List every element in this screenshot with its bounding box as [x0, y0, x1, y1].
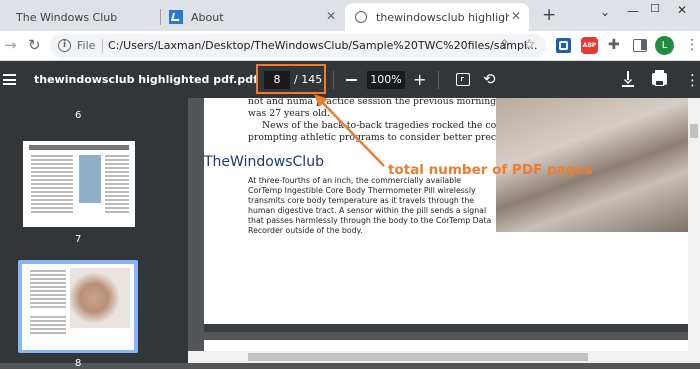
globe-icon — [355, 11, 367, 23]
caption-line: human digestive tract. A sensor within t… — [248, 206, 487, 215]
thumbnail-sidebar: 6 7 8 — [0, 98, 188, 369]
watermark-text: TheWindowsClub — [204, 154, 324, 170]
page-text-line: prompting athletic programs to consider … — [248, 132, 531, 143]
zoom-out-icon[interactable] — [346, 79, 357, 81]
zoom-in-icon[interactable]: + — [413, 72, 426, 88]
tab-strip: The Windows Club About ✕ thewindowsclub … — [0, 0, 700, 31]
adblock-icon[interactable]: ABP — [581, 37, 598, 54]
horizontal-scrollbar[interactable] — [188, 351, 700, 363]
avatar[interactable]: L — [655, 36, 674, 55]
thumbnail-label: 8 — [75, 358, 82, 369]
caption-line: transmits core body temperature as it tr… — [248, 196, 475, 205]
tab-pdf[interactable]: thewindowsclub highlighted pdf ✕ — [345, 3, 529, 31]
close-window-icon[interactable]: ✕ — [677, 3, 687, 17]
tab-the-windows-club[interactable]: The Windows Club — [0, 3, 160, 31]
tab-about[interactable]: About ✕ — [161, 3, 344, 31]
document-title: thewindowsclub highlighted pdf.pdf — [34, 73, 258, 86]
annotation-highlight-box — [256, 64, 326, 94]
close-tab-icon[interactable]: ✕ — [511, 9, 521, 23]
toolbar-divider — [438, 71, 439, 89]
document-viewer[interactable]: not and numa practice session the previo… — [188, 98, 700, 363]
address-bar[interactable]: i File C:/Users/Laxman/Desktop/TheWindow… — [50, 34, 546, 58]
forward-icon[interactable]: → — [4, 38, 17, 53]
chevron-down-icon[interactable]: ⌄ — [600, 5, 610, 19]
zoom-level-input[interactable]: 100% — [367, 71, 405, 89]
address-separator — [102, 39, 103, 53]
extensions-puzzle-icon[interactable]: ✚ — [608, 38, 620, 52]
thumbnail-page-7[interactable] — [23, 141, 135, 227]
thumbnail-label: 6 — [75, 110, 82, 121]
microsoft-store-icon — [169, 10, 183, 24]
maximize-icon[interactable]: ☐ — [650, 2, 660, 15]
bookmark-star-icon[interactable]: ☆ — [523, 38, 536, 52]
pdf-page: not and numa practice session the previo… — [204, 98, 688, 324]
fit-to-page-icon[interactable] — [456, 73, 470, 86]
thumbnail-label: 7 — [75, 234, 82, 245]
browser-toolbar: → ↻ i File C:/Users/Laxman/Desktop/TheWi… — [0, 31, 700, 61]
tab-title: thewindowsclub highlighted pdf — [376, 10, 509, 24]
menu-icon[interactable] — [3, 74, 16, 85]
extension-shield-icon[interactable] — [556, 38, 571, 53]
download-icon[interactable] — [622, 71, 634, 87]
viewer-scrollbar[interactable] — [688, 98, 700, 363]
share-icon[interactable]: ⇪ — [499, 39, 510, 52]
page-text-line: News of the back-to-back tragedies rocke… — [262, 120, 524, 131]
close-tab-icon[interactable]: ✕ — [326, 9, 336, 23]
split-view-icon[interactable] — [633, 39, 647, 52]
annotation-label: total number of PDF pages — [388, 162, 593, 178]
tab-title: About — [191, 10, 224, 24]
caption-line: CorTemp Ingestible Core Body Thermometer… — [248, 186, 476, 195]
caption-line: Recorder outside of the body. — [248, 226, 363, 235]
more-vert-icon[interactable]: ⋮ — [685, 71, 700, 89]
tab-title: The Windows Club — [16, 10, 118, 24]
pdf-toolbar: thewindowsclub highlighted pdf.pdf 8 / 1… — [0, 61, 700, 98]
minimize-icon[interactable]: — — [627, 4, 639, 18]
caption-line: that passes harmlessly through the body … — [248, 216, 492, 225]
reload-icon[interactable]: ↻ — [28, 38, 41, 53]
thumbnail-page-8[interactable] — [18, 260, 138, 353]
rotate-icon[interactable]: ⟲ — [483, 70, 496, 88]
toolbar-divider — [333, 71, 334, 89]
url-text[interactable]: C:/Users/Laxman/Desktop/TheWindowsClub/S… — [108, 39, 537, 52]
scheme-label: File — [77, 39, 96, 52]
more-vert-icon[interactable]: ⋮ — [685, 38, 699, 52]
print-icon[interactable] — [652, 70, 667, 86]
info-icon[interactable]: i — [58, 39, 71, 52]
page-text-line: was 27 years old. — [248, 108, 330, 119]
page-shadow — [204, 324, 688, 332]
new-tab-icon[interactable]: + — [542, 7, 556, 24]
page-text-line: not and numa practice session the previo… — [248, 98, 516, 107]
